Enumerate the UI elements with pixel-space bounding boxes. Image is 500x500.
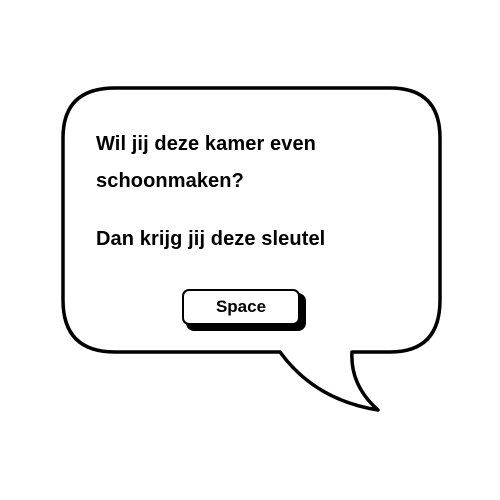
dialog-scene: Wil jij deze kamer even schoonmaken? Dan…	[0, 0, 500, 500]
space-key-label: Space	[215, 297, 267, 316]
dialog-text-line-3: Dan krijg jij deze sleutel	[96, 228, 326, 250]
dialog-text-line-2: schoonmaken?	[96, 170, 244, 192]
space-key-button[interactable]: Space	[182, 289, 300, 325]
dialog-text-line-1: Wil jij deze kamer even	[96, 133, 316, 155]
